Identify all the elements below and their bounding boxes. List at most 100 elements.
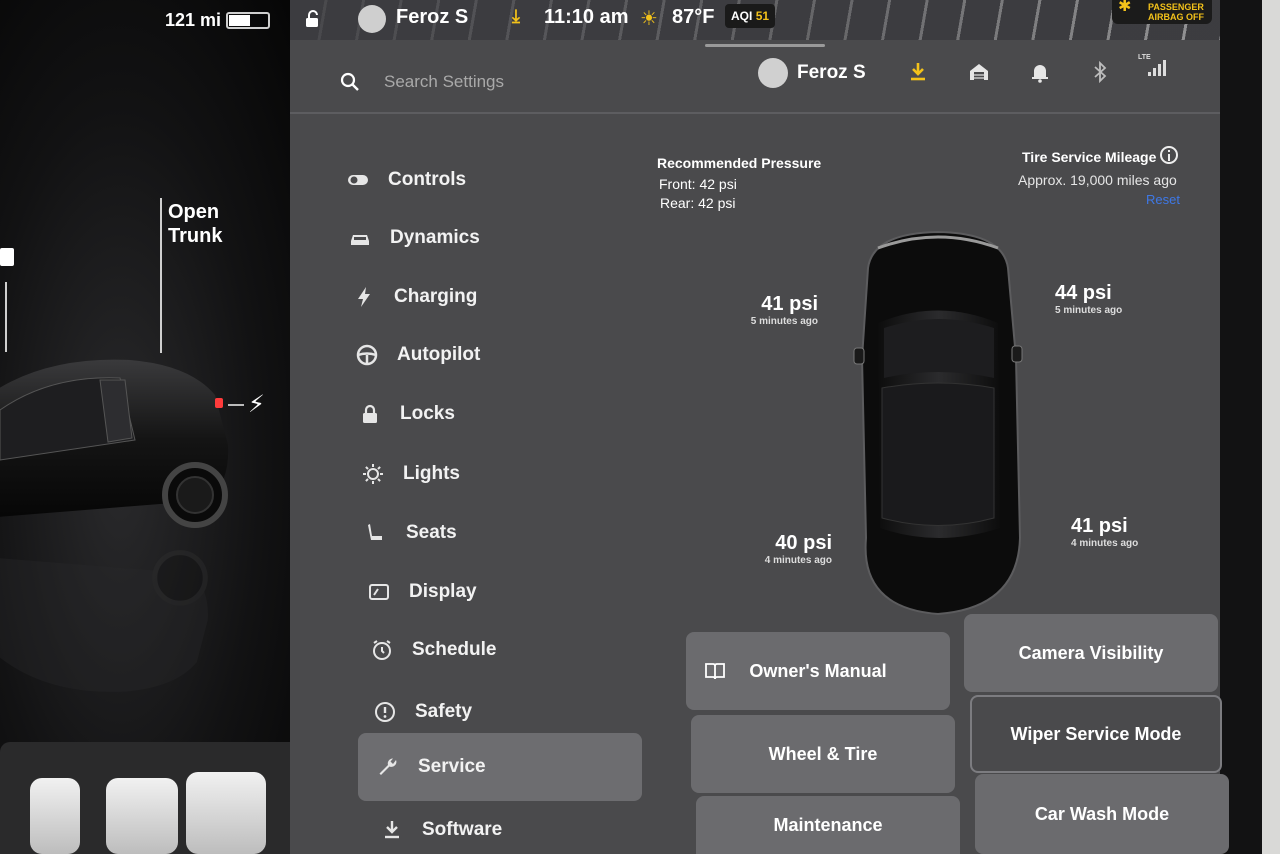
header-divider (290, 112, 1220, 114)
nav-item-dynamics[interactable]: Dynamics (348, 216, 618, 260)
garage-icon[interactable] (967, 60, 991, 84)
airbag-icon: ✱ (1118, 0, 1132, 15)
seat-icon[interactable] (30, 778, 80, 854)
wiper-service-label: Wiper Service Mode (1010, 723, 1182, 744)
battery-icon (226, 12, 270, 29)
search-input[interactable] (374, 66, 674, 98)
seat-icon[interactable] (106, 778, 178, 854)
nav-item-schedule[interactable]: Schedule (370, 628, 640, 672)
nav-item-lights[interactable]: Lights (361, 452, 631, 496)
wiper-service-mode-button[interactable]: Wiper Service Mode (970, 695, 1222, 773)
seat-icon (364, 521, 388, 545)
nav-item-seats[interactable]: Seats (364, 511, 634, 555)
nav-item-label: Schedule (412, 639, 497, 660)
tire-service-mileage-title: Tire Service Mileage (1022, 149, 1157, 165)
tire-rear-left: 40 psi 4 minutes ago (756, 532, 832, 566)
avatar[interactable] (358, 5, 386, 33)
info-icon[interactable] (1160, 146, 1178, 164)
avatar[interactable] (758, 58, 788, 88)
nav-item-autopilot[interactable]: Autopilot (355, 333, 625, 377)
alert-circle-icon (373, 700, 397, 724)
tire-reading-age: 5 minutes ago (1055, 305, 1123, 316)
owners-manual-button[interactable]: Owner's Manual (686, 632, 950, 710)
frunk-leader-line (5, 282, 7, 352)
tire-pressure: 44 psi (1055, 282, 1112, 304)
aqi-value: 51 (755, 9, 770, 23)
light-icon (361, 462, 385, 486)
open-trunk-button[interactable]: Open Trunk (168, 200, 248, 248)
reset-mileage-link[interactable]: Reset (1146, 192, 1180, 207)
nav-item-label: Controls (388, 169, 467, 190)
recommended-rear: Rear: 42 psi (660, 195, 736, 211)
clock-time: 11:10 am (544, 6, 629, 28)
lock-icon (358, 402, 382, 426)
wrench-icon (376, 755, 400, 779)
download-icon[interactable]: ⤓ (512, 6, 520, 27)
charge-leader-line (228, 404, 244, 406)
outside-temperature: 87°F (672, 6, 715, 28)
download-icon (380, 818, 404, 842)
tire-pressure: 41 psi (761, 293, 818, 315)
nav-item-charging[interactable]: Charging (352, 275, 622, 319)
car-icon (348, 226, 372, 250)
tire-service-mileage-value: Approx. 19,000 miles ago (1018, 172, 1177, 188)
maintenance-label: Maintenance (773, 814, 883, 835)
toggle-icon (346, 168, 370, 192)
lte-signal-icon: LTE (1138, 54, 1170, 80)
drawer-handle[interactable] (705, 44, 825, 47)
steering-wheel-icon (355, 343, 379, 367)
bluetooth-icon[interactable] (1088, 60, 1112, 84)
status-bar: Feroz S ⤓ 11:10 am ☀ 87°F AQI 51 ✱ PASSE… (290, 0, 1220, 40)
owners-manual-label: Owner's Manual (749, 660, 887, 681)
car-reflection-image (0, 550, 208, 692)
search-icon[interactable] (340, 72, 360, 92)
seat-icon[interactable] (186, 772, 266, 854)
nav-item-locks[interactable]: Locks (358, 392, 628, 436)
bell-icon[interactable] (1028, 60, 1052, 84)
nav-item-label: Dynamics (390, 227, 480, 248)
tire-reading-age: 4 minutes ago (1071, 538, 1139, 549)
profile-name[interactable]: Feroz S (396, 6, 468, 29)
nav-item-label: Autopilot (397, 344, 481, 365)
tire-rear-right: 41 psi 4 minutes ago (1071, 515, 1151, 549)
camera-visibility-label: Camera Visibility (1018, 642, 1164, 663)
nav-item-label: Software (422, 819, 503, 840)
display-icon (367, 580, 391, 604)
airbag-line1: PASSENGER (1148, 2, 1204, 12)
nav-item-label: Lights (403, 463, 460, 484)
nav-item-label: Seats (406, 522, 457, 543)
wheel-tire-label: Wheel & Tire (768, 743, 878, 764)
book-icon (705, 663, 725, 680)
tire-pressure: 41 psi (1071, 515, 1128, 537)
download-icon[interactable] (906, 60, 930, 84)
range-readout: 121 mi (165, 10, 222, 30)
seat-heater-tray[interactable] (0, 742, 300, 854)
tire-pressure: 40 psi (775, 532, 832, 554)
car-side-view-image (0, 359, 229, 528)
nav-item-controls[interactable]: Controls (346, 158, 616, 202)
tire-front-right: 44 psi 5 minutes ago (1055, 282, 1135, 316)
bolt-icon (352, 285, 376, 309)
recommended-front: Front: 42 psi (659, 176, 737, 192)
maintenance-button[interactable]: Maintenance (696, 796, 960, 854)
camera-visibility-button[interactable]: Camera Visibility (964, 614, 1218, 692)
nav-item-display[interactable]: Display (367, 570, 637, 614)
tire-reading-age: 5 minutes ago (750, 316, 818, 327)
charge-port-bolt-icon[interactable]: ⚡ (248, 390, 265, 419)
frunk-button[interactable] (0, 248, 14, 266)
nav-item-label: Charging (394, 286, 478, 307)
nav-item-safety[interactable]: Safety (373, 690, 643, 734)
nav-item-label: Display (409, 581, 477, 602)
passenger-airbag-indicator: ✱ PASSENGER AIRBAG OFF (1112, 0, 1212, 24)
airbag-line2: AIRBAG OFF (1148, 12, 1204, 22)
nav-item-label: Locks (400, 403, 455, 424)
nav-item-service[interactable]: Service (358, 733, 642, 801)
unlock-icon[interactable] (304, 10, 322, 28)
car-top-view-image (853, 230, 1023, 616)
profile-name[interactable]: Feroz S (797, 62, 866, 84)
aqi-badge: AQI 51 (725, 4, 776, 28)
nav-item-label: Safety (415, 701, 473, 722)
car-wash-mode-button[interactable]: Car Wash Mode (975, 774, 1229, 854)
wheel-tire-button[interactable]: Wheel & Tire (691, 715, 955, 793)
nav-item-software[interactable]: Software (380, 808, 650, 852)
